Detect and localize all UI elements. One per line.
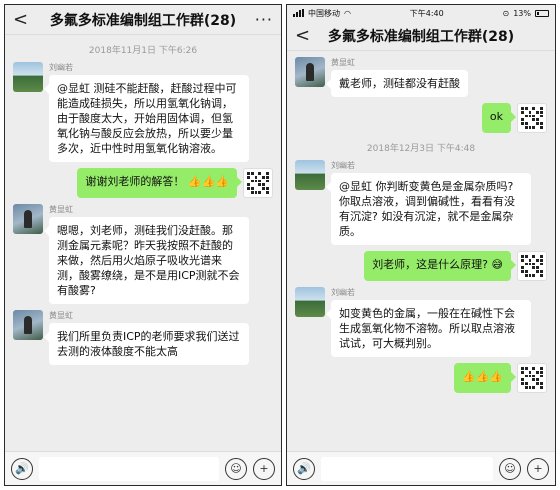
avatar[interactable] <box>517 103 547 133</box>
message-item[interactable]: 刘老师，这是什么原理? 😅 <box>295 251 547 281</box>
message-bubble[interactable]: 如变黄色的金属，一般在在碱性下会生成氢氧化物不溶物。所以取点溶液试试，可大概判别… <box>326 300 531 357</box>
message-item[interactable]: 黄显虹 嗯嗯，刘老师，测硅我们没赶酸。那测金属元素呢？昨天我按照不赶酸的来做，然… <box>13 204 273 304</box>
message-bubble[interactable]: @显虹 测硅不能赶酸，赶酸过程中可能造成硅损失，所以用氢氧化钠调，由于酸度太大，… <box>44 75 249 162</box>
avatar[interactable] <box>13 62 43 92</box>
message-bubble[interactable]: ok <box>481 103 517 133</box>
voice-icon[interactable]: 🔊 <box>293 457 315 480</box>
signal-icon <box>293 9 304 17</box>
more-options-button[interactable]: ··· <box>251 10 273 29</box>
sender-name: 刘幽若 <box>331 288 355 297</box>
sender-name: 黄显虹 <box>331 58 355 67</box>
chat-title: 多氟多标准编制组工作群(28) <box>327 28 515 45</box>
status-bar: 中国移动 ◠ 下午4:40 ⊙ 13% <box>287 5 555 21</box>
thumbs-up-icon: 👍👍👍 <box>187 175 229 188</box>
message-item[interactable]: 黄显虹 我们所里负责ICP的老师要求我们送过去测的液体酸度不能太高 <box>13 310 273 365</box>
carrier-name: 中国移动 <box>308 8 340 18</box>
message-item[interactable]: ok <box>295 103 547 133</box>
sweat-smile-icon: 😅 <box>491 258 503 271</box>
lock-icon: ⊙ <box>502 8 510 18</box>
message-list[interactable]: 黄显虹 戴老师，测硅都没有赶酸 ok 2018年12月3日 下午4:48 刘幽若… <box>287 51 555 451</box>
message-bubble[interactable]: 刘老师，这是什么原理? 😅 <box>364 251 516 281</box>
chat-window-left: < 多氟多标准编制组工作群(28) ··· 2018年11月1日 下午6:26 … <box>4 4 282 486</box>
message-item[interactable]: 黄显虹 戴老师，测硅都没有赶酸 <box>295 57 547 97</box>
avatar[interactable] <box>13 204 43 234</box>
message-bubble[interactable]: 嗯嗯，刘老师，测硅我们没赶酸。那测金属元素呢？昨天我按照不赶酸的来做，然后用火焰… <box>44 217 249 304</box>
avatar[interactable] <box>13 310 43 340</box>
avatar[interactable] <box>517 363 547 393</box>
back-button[interactable]: < <box>13 9 35 30</box>
avatar[interactable] <box>295 287 325 317</box>
input-bar: 🔊 ☺ + <box>5 451 281 485</box>
wifi-icon: ◠ <box>344 8 351 18</box>
back-button[interactable]: < <box>295 25 317 46</box>
message-text: 刘老师，这是什么原理? <box>372 258 489 271</box>
message-list[interactable]: 2018年11月1日 下午6:26 刘幽若 @显虹 测硅不能赶酸，赶酸过程中可能… <box>5 35 281 451</box>
message-item[interactable]: 刘幽若 如变黄色的金属，一般在在碱性下会生成氢氧化物不溶物。所以取点溶液试试，可… <box>295 287 547 357</box>
sender-name: 黄显虹 <box>49 205 73 214</box>
emoji-icon[interactable]: ☺ <box>499 457 521 480</box>
emoji-icon[interactable]: ☺ <box>225 457 247 480</box>
message-bubble[interactable]: 戴老师，测硅都没有赶酸 <box>326 70 468 97</box>
message-item[interactable]: 👍👍👍 <box>295 363 547 393</box>
message-bubble[interactable]: 谢谢刘老师的解答！ 👍👍👍 <box>77 168 242 198</box>
thumbs-up-icon: 👍👍👍 <box>461 370 503 383</box>
message-bubble[interactable]: @显虹 你判断变黄色是金属杂质吗? 你取点溶液，调到偏碱性，看看有没有沉淀? 如… <box>326 173 531 245</box>
sender-name: 刘幽若 <box>49 63 73 72</box>
input-bar: 🔊 ☺ + <box>287 451 555 485</box>
message-text: 谢谢刘老师的解答！ <box>85 175 185 188</box>
sender-name: 刘幽若 <box>331 161 355 170</box>
message-bubble[interactable]: 我们所里负责ICP的老师要求我们送过去测的液体酸度不能太高 <box>44 323 249 365</box>
timestamp: 2018年12月3日 下午4:48 <box>366 144 476 154</box>
battery-icon <box>535 9 549 17</box>
avatar[interactable] <box>243 168 273 198</box>
avatar[interactable] <box>517 251 547 281</box>
voice-icon[interactable]: 🔊 <box>11 457 33 480</box>
timestamp: 2018年11月1日 下午6:26 <box>88 46 198 56</box>
chat-title: 多氟多标准编制组工作群(28) <box>49 12 237 29</box>
message-item[interactable]: 谢谢刘老师的解答！ 👍👍👍 <box>13 168 273 198</box>
sender-name: 黄显虹 <box>49 311 73 320</box>
plus-icon[interactable]: + <box>527 457 549 480</box>
message-input[interactable] <box>321 456 493 481</box>
avatar[interactable] <box>295 57 325 87</box>
avatar[interactable] <box>295 160 325 190</box>
chat-header: < 多氟多标准编制组工作群(28) <box>287 21 555 51</box>
status-time: 下午4:40 <box>409 8 444 18</box>
message-input[interactable] <box>39 456 219 481</box>
chat-header: < 多氟多标准编制组工作群(28) ··· <box>5 5 281 35</box>
message-bubble[interactable]: 👍👍👍 <box>453 363 517 393</box>
plus-icon[interactable]: + <box>253 457 275 480</box>
message-item[interactable]: 刘幽若 @显虹 测硅不能赶酸，赶酸过程中可能造成硅损失，所以用氢氧化钠调，由于酸… <box>13 62 273 162</box>
battery-percent: 13% <box>513 8 531 18</box>
chat-window-right: 中国移动 ◠ 下午4:40 ⊙ 13% < 多氟多标准编制组工作群(28) 黄显… <box>286 4 556 486</box>
message-item[interactable]: 刘幽若 @显虹 你判断变黄色是金属杂质吗? 你取点溶液，调到偏碱性，看看有没有沉… <box>295 160 547 245</box>
